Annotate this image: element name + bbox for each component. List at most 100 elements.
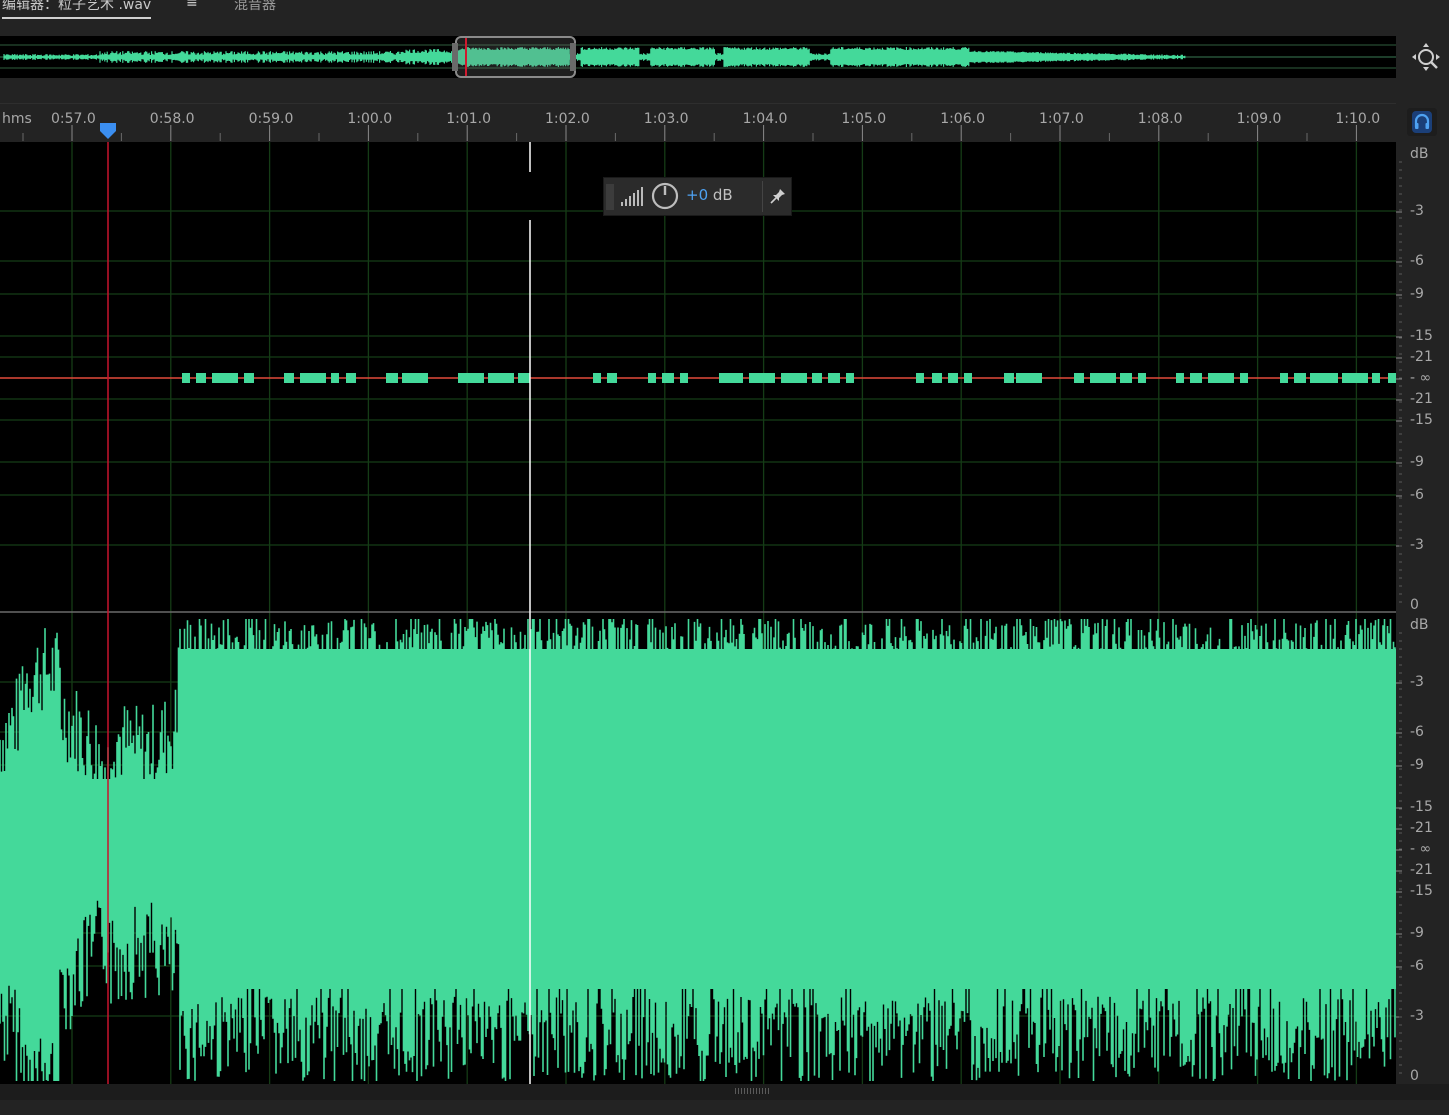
ruler-label: 0:57.0 — [51, 111, 96, 127]
db-scale-label: -6 — [1410, 958, 1424, 974]
db-scale-label: -21 — [1410, 862, 1433, 878]
waveform-segment — [488, 373, 514, 383]
waveform-body — [0, 779, 180, 899]
channel-left-waveform — [0, 373, 1396, 383]
waveform-segment — [662, 373, 674, 383]
waveform-segment — [196, 373, 206, 383]
waveform-segment — [284, 373, 294, 383]
amplitude-ruler[interactable] — [1396, 142, 1449, 1084]
waveform-segment — [948, 373, 958, 383]
waveform-body — [180, 649, 1396, 989]
headphones-icon[interactable] — [1407, 108, 1437, 136]
splitter-grip[interactable] — [735, 1088, 771, 1094]
waveform-segment — [402, 373, 428, 383]
waveform-segment — [749, 373, 775, 383]
db-scale-label: - ∞ — [1410, 370, 1432, 386]
db-scale-label: -3 — [1410, 1008, 1424, 1024]
zoom-navigator-icon[interactable] — [1411, 42, 1443, 74]
tab-mixer[interactable]: 混音器 — [234, 0, 276, 14]
db-scale-label: - ∞ — [1410, 841, 1432, 857]
overview-waveform-path — [3, 47, 1186, 67]
waveform-segment — [182, 373, 190, 383]
time-unit-label: hms — [2, 111, 32, 127]
overview-viewport-left-handle — [452, 43, 458, 71]
db-scale-label: -3 — [1410, 537, 1424, 553]
hud-gain-value[interactable]: +0 dB — [686, 186, 733, 204]
overview-navigator[interactable] — [0, 36, 1396, 78]
db-scale-label: -6 — [1410, 487, 1424, 503]
db-scale-label: -15 — [1410, 883, 1433, 899]
db-scale-label: -21 — [1410, 349, 1433, 365]
waveform-segment — [1138, 373, 1146, 383]
waveform-segment — [244, 373, 254, 383]
waveform-segment — [1310, 373, 1338, 383]
waveform-segment — [607, 373, 617, 383]
waveform-segment — [719, 373, 743, 383]
db-scale-label: -6 — [1410, 724, 1424, 740]
waveform-segment — [212, 373, 238, 383]
ruler-label: 1:01.0 — [446, 111, 491, 127]
level-bars-icon — [621, 187, 643, 206]
waveform-segment — [346, 373, 356, 383]
ruler-label: 1:10.0 — [1335, 111, 1381, 127]
ruler-label: 1:09.0 — [1236, 111, 1282, 127]
overview-viewport — [455, 36, 576, 78]
waveform-segment — [781, 373, 807, 383]
waveform-segment — [1190, 373, 1202, 383]
overview-waveform — [3, 47, 1186, 67]
db-scale-label: -9 — [1410, 286, 1424, 302]
waveform-segment — [1176, 373, 1184, 383]
waveform-segment — [1074, 373, 1084, 383]
waveform-segment — [916, 373, 924, 383]
db-scale-label: -21 — [1410, 820, 1433, 836]
overview-viewport-right-handle — [570, 43, 576, 71]
hud-drag-handle[interactable] — [606, 184, 614, 210]
db-scale-label: -15 — [1410, 328, 1433, 344]
waveform-segment — [1372, 373, 1380, 383]
waveform-segment — [846, 373, 854, 383]
db-scale-label: -9 — [1410, 925, 1424, 941]
ruler-label: 1:05.0 — [841, 111, 887, 127]
waveform-segment — [648, 373, 656, 383]
waveform-segment — [1004, 373, 1014, 383]
ruler-label: 0:58.0 — [149, 111, 195, 127]
volume-hud[interactable]: +0 dB — [603, 177, 792, 216]
time-ruler[interactable]: hms 0:57.0 0:58.0 0:59.0 1:00.0 1:01.0 1:02.0… — [0, 103, 1396, 141]
tab-menu-icon[interactable]: ≡ — [186, 0, 198, 11]
db-scale-label: -3 — [1410, 674, 1424, 690]
pin-icon[interactable] — [769, 187, 787, 205]
playhead-marker-icon[interactable] — [99, 122, 117, 140]
db-scale-label: -15 — [1410, 412, 1433, 428]
bottom-splitter — [0, 1084, 1449, 1115]
db-unit-label: dB — [1410, 146, 1429, 162]
db-scale-label: -21 — [1410, 391, 1433, 407]
db-scale-label: -9 — [1410, 757, 1424, 773]
waveform-segment — [518, 373, 530, 383]
ruler-label: 1:00.0 — [347, 111, 393, 127]
waveform-segment — [1016, 373, 1042, 383]
panel-tab-bar: 编辑器：粒子艺术 .wav ≡ 混音器 — [0, 0, 1449, 28]
waveform-segment — [1090, 373, 1116, 383]
db-unit-label: dB — [1410, 617, 1429, 633]
waveform-segment — [300, 373, 326, 383]
waveform-segment — [1388, 373, 1396, 383]
waveform-segment — [458, 373, 484, 383]
panel-splitter[interactable] — [0, 1084, 1449, 1100]
waveform-segment — [1208, 373, 1234, 383]
db-scale-label: 0 — [1410, 1068, 1419, 1084]
ruler-label: 1:06.0 — [940, 111, 985, 127]
db-scale-label: -3 — [1410, 203, 1424, 219]
tab-editor[interactable]: 编辑器：粒子艺术 .wav — [2, 0, 152, 19]
waveform-segment — [593, 373, 601, 383]
ruler-label: 1:04.0 — [742, 111, 788, 127]
ruler-label: 0:59.0 — [248, 111, 294, 127]
knob-icon[interactable] — [651, 182, 679, 210]
ruler-label: 1:08.0 — [1137, 111, 1183, 127]
waveform-segment — [812, 373, 822, 383]
ruler-label: 1:07.0 — [1039, 111, 1084, 127]
ruler-label: 1:02.0 — [545, 111, 590, 127]
hud-separator — [762, 181, 763, 212]
waveform-segment — [828, 373, 840, 383]
waveform-editor[interactable] — [0, 142, 1396, 1084]
waveform-segment — [1120, 373, 1132, 383]
